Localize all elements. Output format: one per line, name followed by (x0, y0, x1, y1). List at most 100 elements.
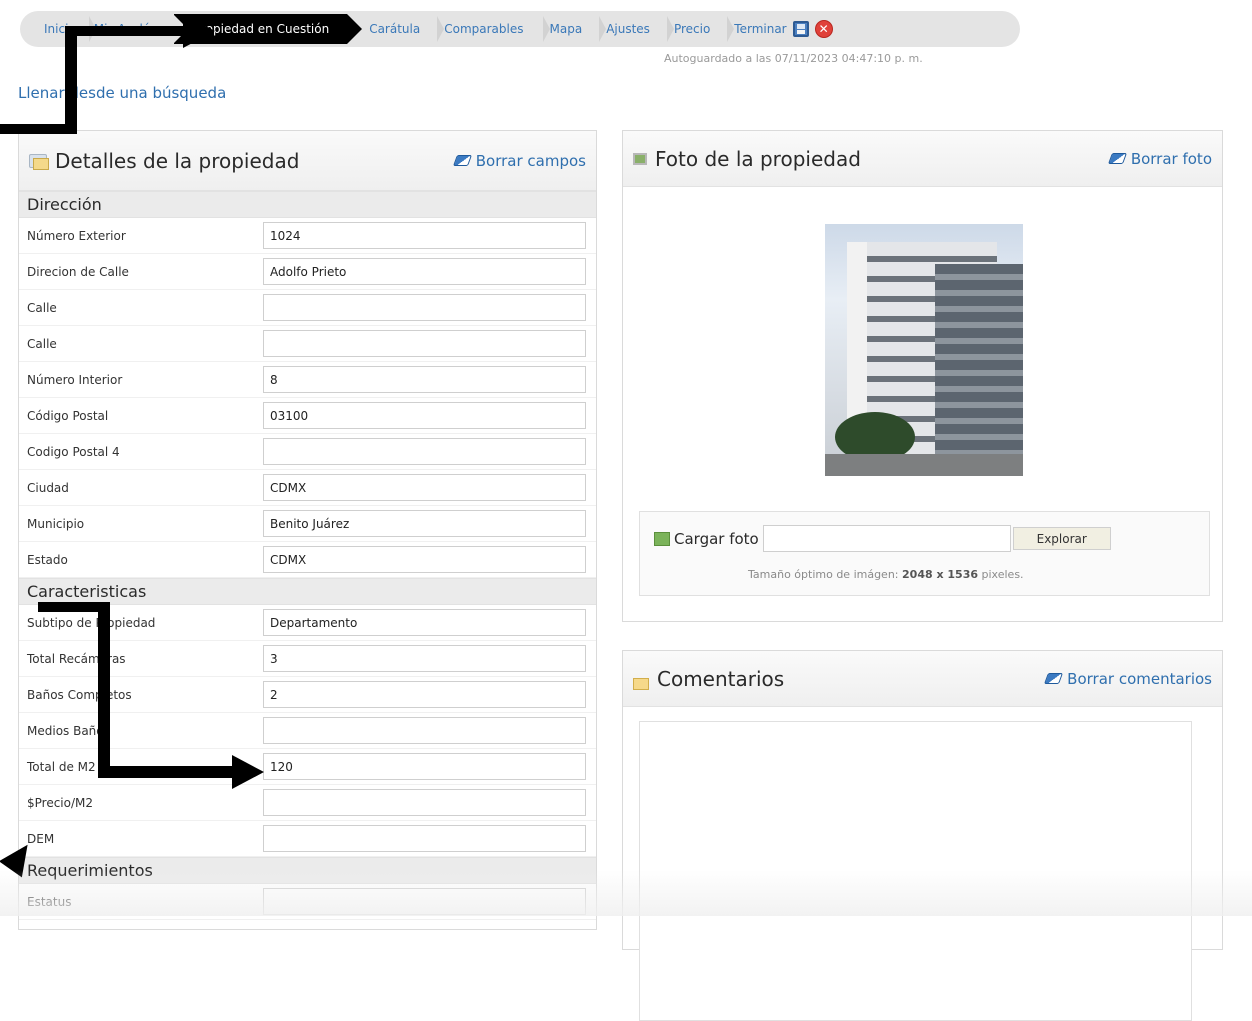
step-label: Mapa (549, 22, 583, 36)
field-label: Número Interior (27, 372, 123, 387)
field-row: Direcion de Calle (19, 254, 596, 290)
property-photo (825, 224, 1023, 476)
field-label: Medios Baños (27, 723, 110, 738)
bottom-fade (0, 870, 1252, 916)
step-label: Carátula (369, 22, 421, 36)
step-precio[interactable]: Precio (668, 14, 735, 44)
property-details-title: Detalles de la propiedad (55, 148, 300, 173)
field-input[interactable] (263, 789, 586, 816)
field-input[interactable] (263, 645, 586, 672)
field-label: Ciudad (27, 480, 69, 495)
field-input[interactable] (263, 510, 586, 537)
field-input[interactable] (263, 717, 586, 744)
field-input[interactable] (263, 546, 586, 573)
upload-photo-box: Cargar foto Explorar Tamaño óptimo de im… (639, 511, 1210, 596)
field-label: Calle (27, 336, 57, 351)
fill-from-search-link[interactable]: Llenar desde una búsqueda (18, 84, 226, 102)
field-row: Municipio (19, 506, 596, 542)
field-input[interactable] (263, 402, 586, 429)
field-label: Baños Completos (27, 687, 132, 702)
comment-icon (633, 677, 649, 690)
comments-title: Comentarios (657, 666, 785, 691)
field-input[interactable] (263, 330, 586, 357)
clear-comments-label: Borrar comentarios (1067, 669, 1212, 688)
clear-fields-link[interactable]: Borrar campos (452, 151, 586, 170)
eraser-icon (452, 155, 472, 166)
field-row: Ciudad (19, 470, 596, 506)
field-row: DEM (19, 821, 596, 857)
step-ajustes[interactable]: Ajustes (600, 14, 674, 44)
field-row: Código Postal (19, 398, 596, 434)
field-input[interactable] (263, 609, 586, 636)
field-label: Total Recámaras (27, 651, 126, 666)
upload-photo-label: Cargar foto (674, 529, 759, 548)
field-label: $Precio/M2 (27, 795, 94, 810)
hint-suffix: pixeles. (981, 568, 1024, 581)
clear-photo-link[interactable]: Borrar foto (1107, 149, 1212, 168)
field-label: DEM (27, 831, 55, 846)
field-input[interactable] (263, 681, 586, 708)
photo-icon (633, 152, 647, 165)
upload-image-icon (654, 531, 670, 546)
field-input[interactable] (263, 438, 586, 465)
photo-file-input[interactable] (762, 525, 1011, 552)
field-label: Código Postal (27, 408, 109, 423)
field-label: Direcion de Calle (27, 264, 129, 279)
field-input[interactable] (263, 474, 586, 501)
property-details-header: Detalles de la propiedad Borrar campos (19, 131, 596, 191)
step-label: Ajustes (606, 22, 650, 36)
field-label: Subtipo de Propiedad (27, 615, 156, 630)
field-input[interactable] (263, 753, 586, 780)
property-photo-title: Foto de la propiedad (655, 146, 861, 171)
annotation-arrowhead-mid (232, 755, 264, 789)
field-input[interactable] (263, 258, 586, 285)
hint-size: 2048 x 1536 (902, 568, 979, 581)
photo-street (825, 454, 1023, 476)
step-comparables[interactable]: Comparables (438, 14, 550, 44)
step-mapa[interactable]: Mapa (544, 14, 606, 44)
property-photo-header: Foto de la propiedad Borrar foto (623, 131, 1222, 187)
field-label: Codigo Postal 4 (27, 444, 120, 459)
field-row: $Precio/M2 (19, 785, 596, 821)
photo-size-hint: Tamaño óptimo de imágen: 2048 x 1536 pix… (748, 568, 1024, 581)
field-row: Número Exterior (19, 218, 596, 254)
field-label: Número Exterior (27, 228, 126, 243)
save-icon[interactable] (792, 21, 809, 37)
field-row: Codigo Postal 4 (19, 434, 596, 470)
field-input[interactable] (263, 825, 586, 852)
field-input[interactable] (263, 222, 586, 249)
step-label: Comparables (444, 22, 524, 36)
field-input[interactable] (263, 366, 586, 393)
property-details-body: Dirección Número Exterior Direcion de Call… (19, 191, 596, 920)
step-label: Precio (673, 22, 711, 36)
field-label: Estado (27, 552, 68, 567)
step-terminar[interactable]: Terminar (728, 14, 786, 44)
eraser-icon (1044, 673, 1064, 684)
field-row: Número Interior (19, 362, 596, 398)
field-row: Calle (19, 290, 596, 326)
annotation-arrow-mid-h (98, 766, 238, 778)
clear-photo-label: Borrar foto (1130, 149, 1212, 168)
browse-button[interactable]: Explorar (1012, 527, 1111, 550)
annotation-arrow-top-h (65, 26, 195, 36)
property-photo-panel: Foto de la propiedad Borrar foto Cargar … (622, 130, 1223, 622)
annotation-arrow-top-foot (0, 124, 77, 134)
autosave-status: Autoguardado a las 07/11/2023 04:47:10 p… (664, 52, 923, 65)
upload-photo-row: Cargar foto Explorar (654, 525, 1111, 552)
step-label: Terminar (734, 22, 787, 36)
field-row: Estado (19, 542, 596, 578)
annotation-arrowhead-top (183, 14, 215, 48)
close-icon[interactable]: ✕ (814, 20, 833, 38)
annotation-arrow-top-v (65, 26, 77, 134)
step-caratula[interactable]: Carátula (365, 14, 445, 44)
field-label: Calle (27, 300, 57, 315)
field-input[interactable] (263, 294, 586, 321)
comments-header: Comentarios Borrar comentarios (623, 651, 1222, 707)
hint-prefix: Tamaño óptimo de imágen: (748, 568, 899, 581)
section-heading: Dirección (19, 191, 596, 218)
folder-icon (29, 153, 49, 170)
clear-comments-link[interactable]: Borrar comentarios (1044, 669, 1212, 688)
clear-fields-label: Borrar campos (475, 151, 586, 170)
photo-building-balconies (935, 264, 1023, 476)
field-row: Calle (19, 326, 596, 362)
